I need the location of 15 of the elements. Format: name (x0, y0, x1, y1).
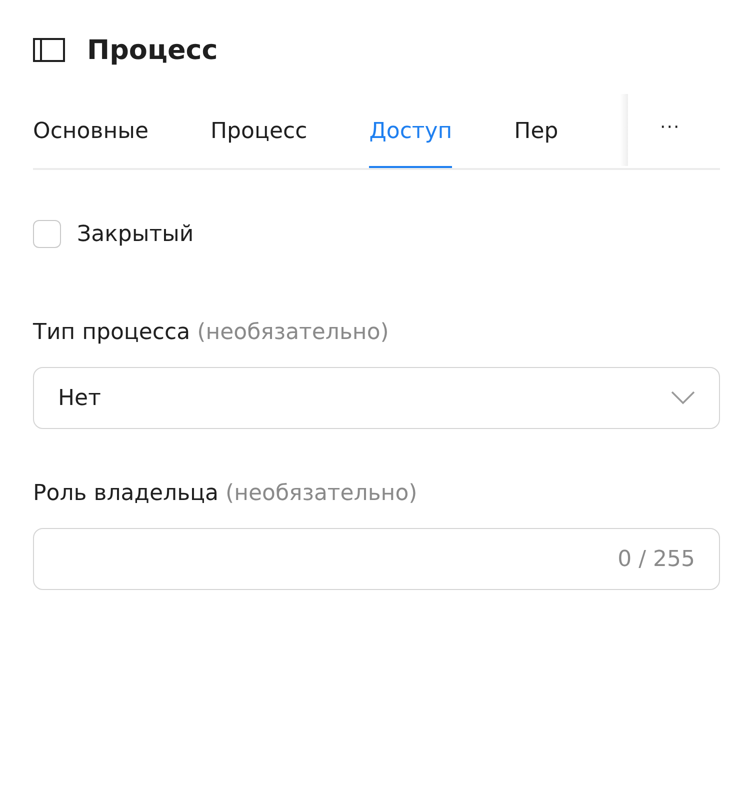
field-label: Роль владельца (необязательно) (33, 481, 418, 506)
character-counter: 0 / 255 (618, 546, 695, 572)
panel-icon (33, 38, 65, 62)
tab[interactable]: Основные (33, 94, 149, 168)
tab[interactable]: Пер (514, 94, 558, 168)
checkbox-label: Закрытый (77, 222, 194, 246)
more-button[interactable]: ··· (628, 94, 680, 168)
tab[interactable]: Доступ (369, 94, 452, 168)
dropdown[interactable]: Нет (33, 367, 720, 429)
dropdown-value: Нет (58, 386, 101, 410)
checkbox[interactable] (33, 220, 61, 248)
panel-title: Процесс (87, 34, 218, 66)
tab[interactable]: Процесс (210, 94, 308, 168)
field-label: Тип процесса (необязательно) (33, 320, 390, 345)
chevron-down-icon (671, 391, 695, 405)
